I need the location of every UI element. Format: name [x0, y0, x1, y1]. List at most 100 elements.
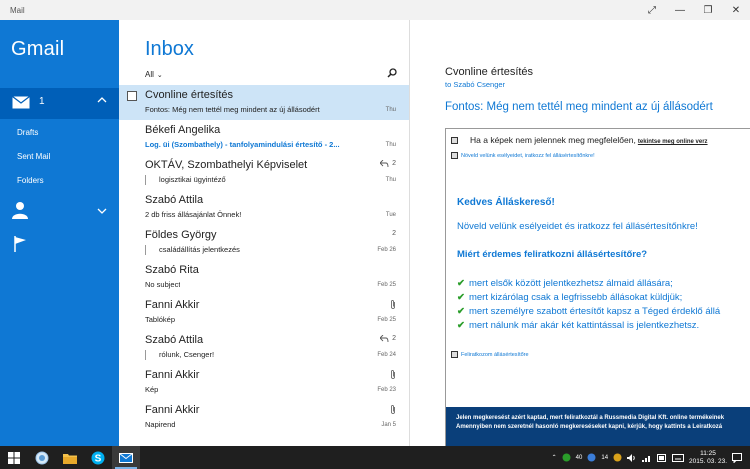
- message-subject: Log. üi (Szombathely) - tanfolyamindulás…: [145, 140, 340, 149]
- message-sender: Fanni Akkir: [145, 299, 200, 311]
- subscribe-link[interactable]: Feliratkozom állásértesítőre: [461, 352, 529, 358]
- title-bar: Mail ⤢ — ❐ ✕: [0, 0, 750, 20]
- chevron-up-icon[interactable]: ⌃: [552, 454, 557, 461]
- message-subject: Tablókép: [145, 315, 176, 324]
- message-subject: Fontos: Még nem tettél meg mindent az új…: [145, 105, 320, 114]
- email-paragraph: Növeld velünk esélyeidet és iratkozz fel…: [457, 221, 698, 232]
- volume-icon[interactable]: [627, 453, 637, 462]
- message-sender: Szabó Attila: [145, 194, 204, 206]
- mail-icon: [119, 452, 133, 463]
- message-row[interactable]: Szabó Attila 2 rólunk, Csenger! Feb 24: [119, 330, 409, 365]
- thread-indent: [145, 245, 153, 255]
- bullet-text: mert nálunk már akár két kattintással is…: [468, 320, 700, 331]
- reading-pane: Cvonline értesítés to Szabó Csenger Font…: [410, 20, 750, 446]
- taskbar-mail[interactable]: [112, 446, 140, 469]
- thread-meta: [390, 405, 396, 414]
- reply-icon: [380, 335, 389, 342]
- filter-label: All: [145, 70, 154, 79]
- start-button[interactable]: [0, 446, 28, 469]
- reading-recipient[interactable]: to Szabó Csenger: [445, 80, 505, 89]
- select-checkbox[interactable]: [127, 91, 137, 101]
- message-row[interactable]: Fanni Akkir Napirend Jan 5: [119, 400, 409, 435]
- email-bullet: ✔ mert nálunk már akár két kattintással i…: [457, 320, 699, 331]
- network-icon[interactable]: [642, 454, 652, 462]
- maximize-button[interactable]: ❐: [694, 0, 722, 20]
- window-controls: ⤢ — ❐ ✕: [638, 0, 750, 20]
- window-title: Mail: [10, 5, 25, 15]
- system-tray: ⌃ 40 14 11:25 2015. 03. 23.: [552, 446, 750, 469]
- broken-image-icon: [451, 152, 458, 159]
- taskbar: S ⌃ 40 14 11:25 2015. 03. 23.: [0, 446, 750, 469]
- message-row[interactable]: Földes György 2 családállítás jelentkezé…: [119, 225, 409, 260]
- app-tray-icon[interactable]: [613, 453, 622, 462]
- message-subject: logisztikai ügyintéző: [159, 175, 226, 184]
- notification-icon[interactable]: [732, 452, 742, 463]
- thread-count: 2: [392, 335, 396, 342]
- broken-image-icon: [451, 137, 458, 144]
- message-sender: Földes György: [145, 229, 217, 241]
- chevron-up-icon[interactable]: [97, 95, 107, 105]
- footer-line: Amennyiben nem szeretnél hasonló megkere…: [456, 424, 723, 430]
- app-tray-icon[interactable]: [587, 453, 596, 462]
- fullscreen-button[interactable]: ⤢: [638, 0, 666, 20]
- image-notice-text: Ha a képek nem jelennek meg megfelelően,: [470, 135, 636, 145]
- filter-dropdown[interactable]: All ⌄: [145, 70, 163, 79]
- message-row[interactable]: Békefi Angelika Log. üi (Szombathely) - …: [119, 120, 409, 155]
- checkmark-icon: ✔: [457, 306, 465, 317]
- navigation-pane: Gmail 1 Drafts Sent Mail Folders: [0, 20, 119, 446]
- flag-icon[interactable]: [14, 236, 28, 252]
- thread-count: 2: [392, 160, 396, 167]
- thread-meta: 2: [380, 160, 396, 167]
- bullet-text: mert személyre szabott értesítőt kapsz a…: [468, 306, 721, 317]
- inbox-folder-row[interactable]: 1: [0, 88, 119, 119]
- message-row[interactable]: Szabó Rita No subject Feb 25: [119, 260, 409, 295]
- message-date: Feb 26: [377, 247, 396, 253]
- folder-icon: [63, 453, 77, 464]
- message-date: Feb 25: [377, 282, 396, 288]
- message-sender: Fanni Akkir: [145, 369, 200, 381]
- skype-icon: S: [91, 451, 105, 464]
- message-row[interactable]: Szabó Attila 2 db friss állásajánlat Önn…: [119, 190, 409, 225]
- inbox-heading: Inbox: [145, 38, 194, 60]
- chevron-down-icon[interactable]: [97, 206, 107, 216]
- message-row[interactable]: OKTÁV, Szombathelyi Képviselet 2 logiszt…: [119, 155, 409, 190]
- message-list-pane: Inbox All ⌄ Cvonline értesítés Fontos: Mé…: [119, 20, 410, 446]
- taskbar-skype[interactable]: S: [84, 446, 112, 469]
- browser-icon: [35, 451, 49, 464]
- battery-icon[interactable]: [657, 453, 667, 462]
- account-name[interactable]: Gmail: [11, 38, 64, 61]
- clock[interactable]: 11:25 2015. 03. 23.: [689, 450, 727, 466]
- keyboard-icon[interactable]: [672, 453, 685, 462]
- app-tray-icon[interactable]: [562, 453, 571, 462]
- folder-folders[interactable]: Folders: [17, 176, 44, 185]
- view-online-link[interactable]: tekintse meg online verz: [638, 139, 708, 145]
- close-button[interactable]: ✕: [722, 0, 750, 20]
- message-sender: Szabó Rita: [145, 264, 199, 276]
- thread-meta: [390, 300, 396, 309]
- message-date: Jan 5: [381, 422, 396, 428]
- taskbar-file-explorer[interactable]: [56, 446, 84, 469]
- message-sender: Cvonline értesítés: [145, 89, 234, 101]
- reading-sender: Cvonline értesítés: [445, 66, 534, 78]
- person-icon[interactable]: [11, 201, 29, 219]
- message-subject: Napirend: [145, 420, 176, 429]
- chevron-down-icon: ⌄: [156, 72, 163, 79]
- search-icon[interactable]: [387, 68, 397, 78]
- taskbar-browser[interactable]: [28, 446, 56, 469]
- footer-line: Jelen megkeresést azért kaptad, mert fel…: [456, 415, 725, 421]
- banner-link[interactable]: Növeld velünk esélyeidet, iratkozz fel á…: [461, 153, 595, 159]
- clock-date: 2015. 03. 23.: [689, 457, 727, 465]
- email-bullet: ✔ mert elsők között jelentkezhetsz álmaid…: [457, 278, 673, 289]
- checkmark-icon: ✔: [457, 278, 465, 289]
- minimize-button[interactable]: —: [666, 0, 694, 20]
- thread-indent: [145, 175, 153, 185]
- message-row[interactable]: Fanni Akkir Kép Feb 23: [119, 365, 409, 400]
- message-subject: családállítás jelentkezés: [159, 245, 240, 254]
- message-row[interactable]: Cvonline értesítés Fontos: Még nem tetté…: [119, 85, 409, 120]
- message-row[interactable]: Fanni Akkir Tablókép Feb 25: [119, 295, 409, 330]
- email-greeting: Kedves Álláskereső!: [457, 197, 555, 208]
- message-date: Thu: [385, 107, 396, 113]
- folder-drafts[interactable]: Drafts: [17, 128, 38, 137]
- message-date: Thu: [385, 177, 396, 183]
- folder-sent-mail[interactable]: Sent Mail: [17, 152, 50, 161]
